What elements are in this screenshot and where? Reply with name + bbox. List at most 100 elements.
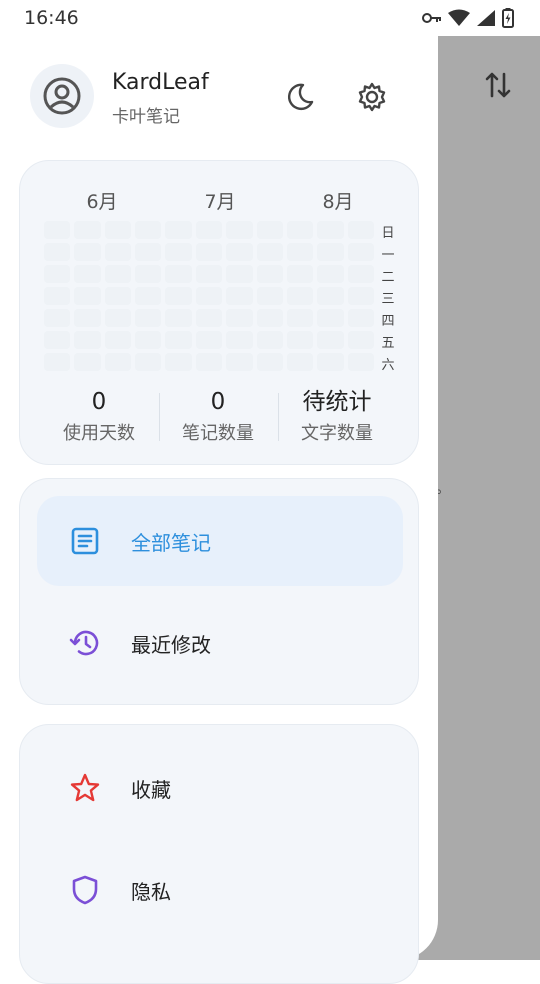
heatmap-cell: [44, 309, 71, 327]
heatmap-cell: [195, 265, 223, 283]
stat-days-used: 0 使用天数: [40, 387, 158, 445]
heatmap-cell: [347, 309, 374, 327]
heatmap-cell: [226, 331, 253, 349]
heatmap-cell: [135, 243, 162, 261]
navigation-drawer: KardLeaf 卡叶笔记 6月 7月 8月 日 一 二 三 四 五 六 0 使…: [0, 36, 438, 984]
heatmap-cell: [195, 221, 223, 239]
heatmap-cell: [317, 221, 344, 239]
star-icon: [69, 772, 101, 804]
heatmap-cell: [195, 353, 223, 371]
heatmap-cell: [104, 287, 132, 305]
heatmap-cell: [256, 221, 283, 239]
heatmap-cell: [165, 287, 192, 305]
shield-icon: [69, 874, 101, 906]
weekday-label: 二: [381, 270, 395, 285]
heatmap-cell: [256, 353, 283, 371]
heatmap-cell: [256, 243, 283, 261]
heatmap-cell: [317, 243, 344, 261]
weekday-label: 四: [381, 314, 395, 329]
heatmap-cell: [195, 309, 223, 327]
heatmap-cell: [74, 331, 101, 349]
heatmap-cell: [226, 287, 253, 305]
heatmap-cell: [104, 265, 132, 283]
menu-group-secondary: 收藏 隐私: [19, 724, 419, 984]
notes-icon: [69, 525, 101, 557]
heatmap-cell: [165, 265, 192, 283]
stat-label: 使用天数: [63, 423, 135, 444]
stat-label: 笔记数量: [182, 423, 254, 444]
heatmap-cell: [286, 353, 314, 371]
stats-card: 6月 7月 8月 日 一 二 三 四 五 六 0 使用天数 0 笔记数量 待统计…: [19, 160, 419, 465]
menu-item-label: 收藏: [131, 777, 171, 802]
heatmap-cell: [135, 221, 162, 239]
drawer-header: KardLeaf 卡叶笔记: [30, 64, 410, 130]
heatmap-cell: [286, 265, 314, 283]
heatmap-cell: [286, 221, 314, 239]
heatmap-cell: [74, 353, 101, 371]
weekday-label: 三: [381, 292, 395, 307]
heatmap-cell: [104, 309, 132, 327]
menu-item-favorites[interactable]: 收藏: [37, 743, 403, 833]
heatmap-cell: [347, 265, 374, 283]
heatmap-cell: [135, 309, 162, 327]
account-circle-icon: [43, 77, 81, 115]
heatmap-cell: [44, 265, 71, 283]
stat-value: 待统计: [302, 389, 372, 415]
key-icon: [422, 13, 441, 23]
heatmap-cell: [226, 265, 253, 283]
stat-note-count: 0 笔记数量: [159, 387, 277, 445]
menu-item-label: 隐私: [131, 879, 171, 904]
stat-word-count: 待统计 文字数量: [278, 387, 396, 445]
battery-icon: [502, 8, 514, 28]
heatmap-cell: [286, 309, 314, 327]
sort-icon[interactable]: [484, 70, 512, 100]
heatmap-cell: [347, 221, 374, 239]
heatmap-cell: [165, 331, 192, 349]
weekday-label: 一: [381, 248, 395, 263]
menu-item-label: 最近修改: [131, 632, 211, 657]
activity-heatmap: [44, 221, 374, 371]
background-text-fragment: 。: [436, 481, 450, 497]
heatmap-cell: [135, 287, 162, 305]
heatmap-cell: [165, 353, 192, 371]
avatar[interactable]: [30, 64, 94, 128]
heatmap-cell: [74, 309, 101, 327]
heatmap-cell: [317, 353, 344, 371]
menu-item-privacy[interactable]: 隐私: [37, 845, 403, 935]
heatmap-cell: [226, 243, 253, 261]
menu-item-all-notes[interactable]: 全部笔记: [37, 496, 403, 586]
menu-item-label: 全部笔记: [131, 530, 211, 555]
stat-value: 0: [91, 389, 107, 415]
heatmap-cell: [226, 309, 253, 327]
heatmap-cell: [135, 265, 162, 283]
heatmap-cell: [74, 221, 101, 239]
menu-group-primary: 全部笔记 最近修改: [19, 478, 419, 705]
menu-item-recent[interactable]: 最近修改: [37, 598, 403, 688]
heatmap-cell: [226, 353, 253, 371]
heatmap-cell: [135, 353, 162, 371]
heatmap-cell: [347, 243, 374, 261]
heatmap-cell: [104, 331, 132, 349]
gear-icon: [358, 82, 386, 112]
dark-mode-button[interactable]: [282, 79, 318, 115]
heatmap-cell: [135, 331, 162, 349]
heatmap-cell: [74, 265, 101, 283]
heatmap-cell: [347, 353, 374, 371]
weekday-label: 六: [381, 358, 395, 373]
stat-value: 0: [210, 389, 226, 415]
heatmap-cell: [104, 221, 132, 239]
settings-button[interactable]: [354, 79, 390, 115]
weekday-labels: 日 一 二 三 四 五 六: [376, 223, 400, 377]
heatmap-cell: [256, 331, 283, 349]
stat-label: 文字数量: [301, 423, 373, 444]
heatmap-cell: [317, 287, 344, 305]
heatmap-cell: [165, 243, 192, 261]
signal-icon: [477, 10, 495, 26]
weekday-label: 五: [381, 336, 395, 351]
heatmap-cell: [317, 309, 344, 327]
wifi-icon: [448, 9, 470, 26]
heatmap-cell: [286, 243, 314, 261]
heatmap-cell: [256, 309, 283, 327]
month-label: 8月: [322, 191, 354, 213]
heatmap-cell: [44, 221, 71, 239]
